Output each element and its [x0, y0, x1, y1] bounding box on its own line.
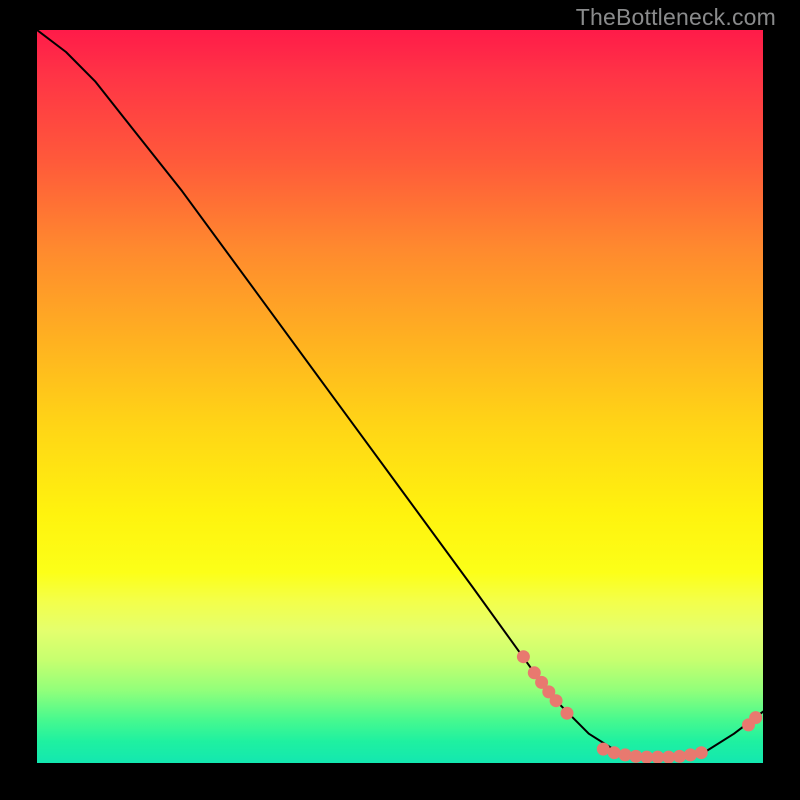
- chart-plot-area: [37, 30, 763, 763]
- chart-overlay-svg: [37, 30, 763, 763]
- chart-markers: [517, 650, 762, 763]
- bottleneck-curve-line: [37, 30, 763, 757]
- chart-marker: [695, 746, 708, 759]
- chart-marker: [673, 750, 686, 763]
- chart-marker: [608, 746, 621, 759]
- chart-marker: [561, 707, 574, 720]
- chart-marker: [684, 748, 697, 761]
- chart-marker: [550, 694, 563, 707]
- chart-marker: [749, 711, 762, 724]
- watermark-text: TheBottleneck.com: [576, 4, 776, 31]
- chart-marker: [517, 650, 530, 663]
